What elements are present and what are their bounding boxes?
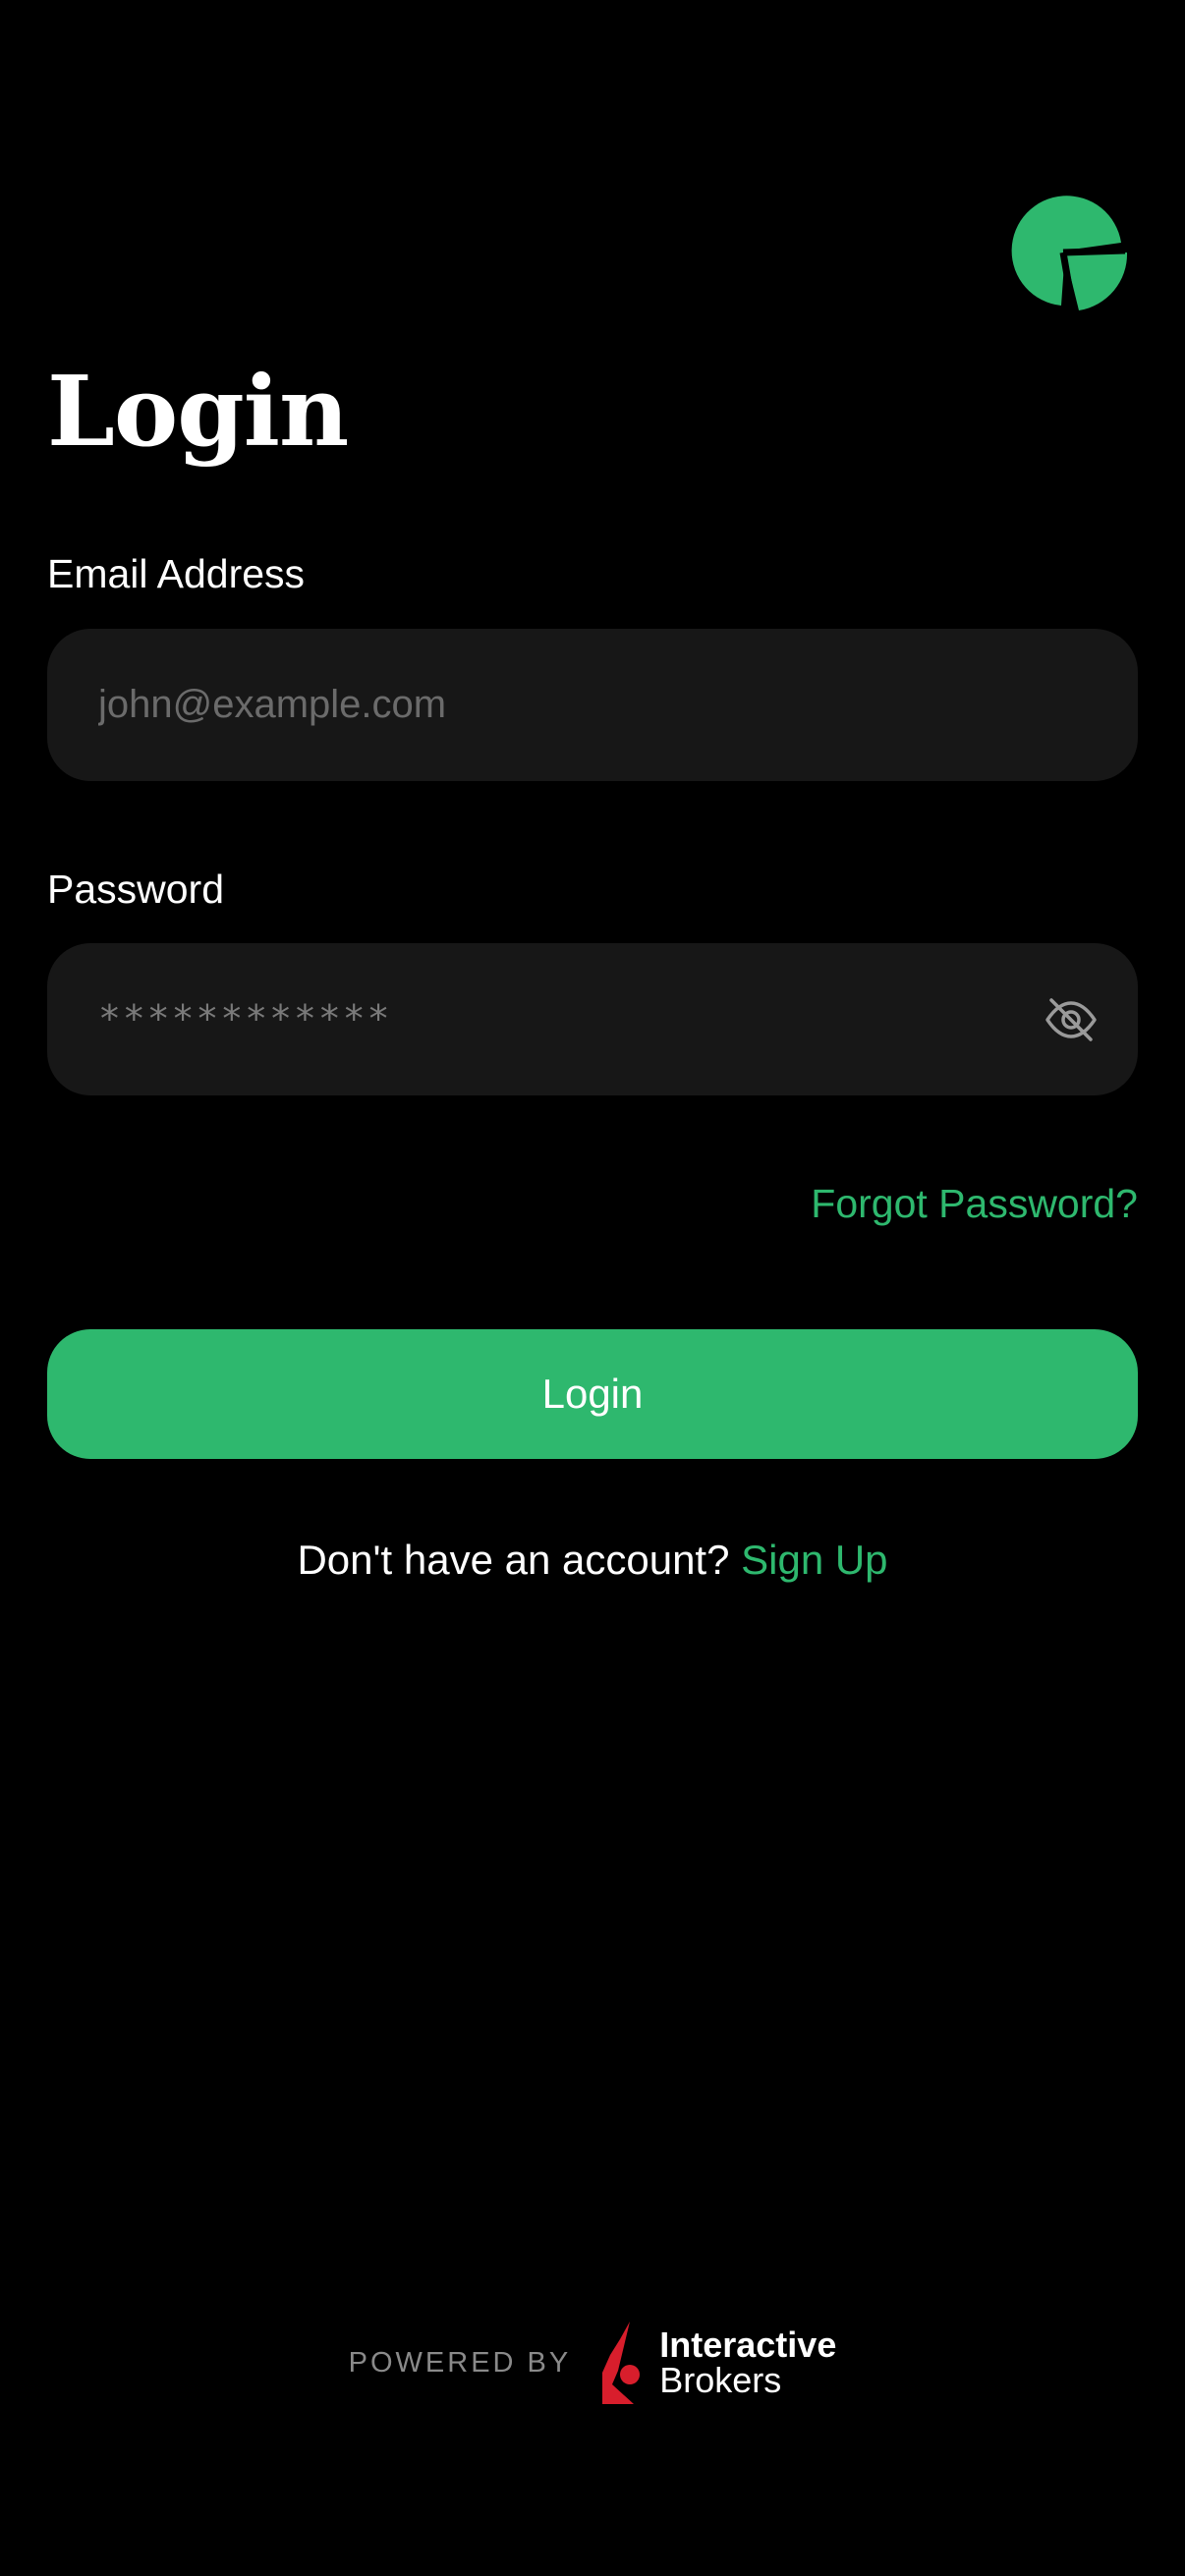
partner-wordmark: Interactive Brokers bbox=[659, 2327, 836, 2398]
signup-link[interactable]: Sign Up bbox=[741, 1537, 887, 1583]
password-label: Password bbox=[47, 867, 225, 912]
partner-name-line2: Brokers bbox=[659, 2360, 782, 2400]
signup-row: Don't have an account? Sign Up bbox=[0, 1533, 1185, 1588]
email-field[interactable] bbox=[98, 629, 1042, 781]
powered-by-label: POWERED BY bbox=[348, 2346, 572, 2379]
forgot-password-link[interactable]: Forgot Password? bbox=[811, 1174, 1138, 1233]
login-button[interactable]: Login bbox=[47, 1329, 1138, 1459]
eye-off-icon[interactable] bbox=[1042, 990, 1100, 1049]
password-field[interactable]: ************ bbox=[47, 943, 1138, 1095]
interactive-brokers-logo-icon bbox=[602, 2322, 641, 2404]
page-title: Login bbox=[47, 356, 349, 469]
email-label: Email Address bbox=[47, 551, 306, 596]
password-masked-value: ************ bbox=[98, 997, 392, 1040]
partner-name-line1: Interactive bbox=[659, 2324, 837, 2365]
pie-chart-logo-icon bbox=[1011, 196, 1128, 310]
email-field-container[interactable] bbox=[47, 629, 1138, 781]
powered-by-footer: POWERED BY Interactive Brokers bbox=[0, 2314, 1185, 2412]
signup-prompt: Don't have an account? bbox=[297, 1537, 730, 1583]
